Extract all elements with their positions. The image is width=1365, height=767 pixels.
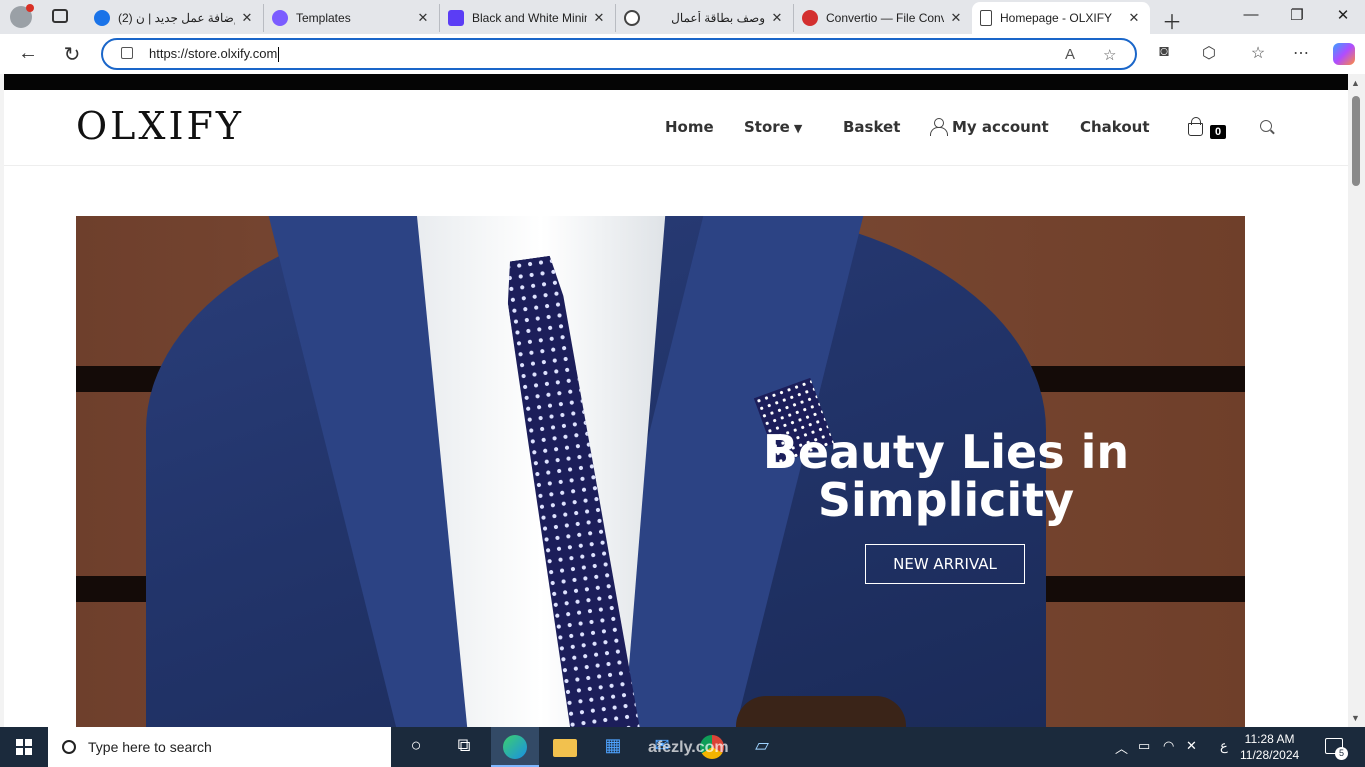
screenshot-icon[interactable]: ◙ [1152, 43, 1176, 61]
minimize-icon[interactable]: — [1228, 6, 1274, 23]
search-icon[interactable] [1260, 120, 1274, 134]
nav-store[interactable]: Store ▼ [744, 118, 802, 136]
url-text[interactable]: https://store.olxify.com [149, 46, 280, 63]
restore-icon[interactable]: ❐ [1274, 6, 1320, 24]
page-scrollbar[interactable]: ▲ ▼ [1348, 74, 1365, 727]
nav-store-label: Store [744, 118, 790, 136]
top-bar [4, 74, 1348, 90]
browser-toolbar: ← ↻ https://store.olxify.com A ☆ ◙ ⬡ ☆ ⋯ [0, 34, 1365, 74]
heart-badge-icon [448, 10, 464, 26]
close-icon[interactable]: ✕ [415, 10, 431, 26]
language-indicator[interactable]: ع [1220, 738, 1228, 754]
close-icon[interactable]: ✕ [1126, 10, 1142, 26]
read-aloud-icon[interactable]: A [1065, 46, 1075, 63]
nav-checkout[interactable]: Chakout [1080, 118, 1150, 136]
canva-icon [272, 10, 288, 26]
close-window-icon[interactable]: ✕ [1320, 6, 1365, 24]
tab-title: وصف بطاقة أعمال [671, 11, 765, 25]
edge-icon[interactable] [503, 735, 527, 759]
close-icon[interactable]: ✕ [769, 10, 785, 26]
battery-icon[interactable]: ▭ [1138, 738, 1150, 754]
site-logo[interactable]: OLXIFY [76, 104, 244, 148]
circle-arrow-icon [94, 10, 110, 26]
shopping-bag-icon [1188, 117, 1203, 136]
address-bar[interactable]: https://store.olxify.com A ☆ [101, 38, 1137, 70]
extensions-icon[interactable]: ⬡ [1197, 43, 1221, 63]
volume-muted-icon[interactable]: ✕ [1186, 738, 1197, 754]
tab-title: (2) إضافة عمل جديد | ن [118, 11, 235, 25]
convertio-icon [802, 10, 818, 26]
profile-avatar-icon[interactable] [10, 4, 34, 28]
scroll-thumb[interactable] [1352, 96, 1360, 186]
tab-title: Black and White Minim [472, 11, 587, 25]
nav-account-label: My account [952, 118, 1049, 136]
notepad-icon[interactable]: ▱ [750, 735, 774, 759]
cart-count-badge: 0 [1210, 125, 1227, 139]
tab-title: Homepage - OLXIFY [1000, 11, 1113, 25]
tab-strip: (2) إضافة عمل جديد | ن ✕ Templates ✕ Bla… [0, 0, 1365, 34]
cortana-icon[interactable]: ○ [404, 735, 428, 759]
hero-banner: Beauty Lies in Simplicity NEW ARRIVAL [76, 216, 1245, 727]
clock-time: 11:28 AM [1244, 732, 1295, 746]
back-icon[interactable]: ← [16, 42, 40, 65]
scroll-up-icon[interactable]: ▲ [1351, 78, 1360, 88]
taskbar-search-placeholder: Type here to search [88, 739, 212, 755]
nav-basket[interactable]: Basket [843, 118, 900, 136]
cart-button[interactable]: 0 [1188, 117, 1227, 139]
nav-home[interactable]: Home [665, 118, 714, 136]
webpage: OLXIFY Home Store ▼ Basket My account Cha… [4, 74, 1348, 727]
more-menu-icon[interactable]: ⋯ [1289, 43, 1313, 63]
taskbar-search[interactable]: Type here to search [48, 727, 391, 767]
tab-0[interactable]: (2) إضافة عمل جديد | ن ✕ [86, 4, 264, 32]
tab-title: Convertio — File Conv [826, 11, 944, 25]
show-hidden-icons-icon[interactable]: ︿ [1115, 738, 1128, 757]
tab-4[interactable]: Convertio — File Conv ✕ [794, 4, 972, 32]
close-icon[interactable]: ✕ [239, 10, 255, 26]
scroll-down-icon[interactable]: ▼ [1351, 713, 1360, 723]
openai-icon [624, 10, 640, 26]
taskbar: Type here to search ○ ⧉ ▦ ✉ ▱ afezly.com… [0, 727, 1365, 767]
tab-3[interactable]: وصف بطاقة أعمال ✕ [616, 4, 794, 32]
search-icon [62, 740, 76, 754]
close-icon[interactable]: ✕ [948, 10, 964, 26]
new-arrival-button[interactable]: NEW ARRIVAL [865, 544, 1025, 584]
site-info-icon[interactable] [121, 47, 133, 59]
watermark-text: afezly.com [648, 739, 729, 756]
clock[interactable]: 11:28 AM 11/28/2024 [1240, 731, 1299, 763]
wifi-icon[interactable]: ◠ [1163, 738, 1174, 754]
user-icon [930, 118, 948, 136]
task-view-icon[interactable]: ⧉ [452, 735, 476, 759]
refresh-icon[interactable]: ↻ [60, 42, 84, 67]
tab-1[interactable]: Templates ✕ [264, 4, 440, 32]
nav-my-account[interactable]: My account [930, 118, 1049, 136]
file-explorer-icon[interactable] [553, 739, 577, 757]
new-tab-icon[interactable]: ＋ [1162, 6, 1182, 35]
tab-5-active[interactable]: Homepage - OLXIFY ✕ [972, 2, 1150, 34]
chevron-down-icon: ▼ [793, 122, 803, 135]
favorite-star-icon[interactable]: ☆ [1103, 46, 1116, 64]
tab-actions-icon[interactable] [52, 9, 68, 23]
favorites-icon[interactable]: ☆ [1246, 43, 1270, 63]
copilot-icon[interactable] [1333, 43, 1355, 65]
tab-title: Templates [296, 11, 351, 25]
page-icon [980, 10, 992, 26]
hero-title: Beauty Lies in Simplicity [762, 425, 1130, 527]
store-icon[interactable]: ▦ [601, 735, 625, 759]
notification-count: 5 [1335, 747, 1348, 760]
hero-image-hand [736, 696, 906, 727]
windows-start-icon[interactable] [16, 739, 32, 755]
site-header: OLXIFY Home Store ▼ Basket My account Cha… [4, 90, 1348, 166]
close-icon[interactable]: ✕ [591, 10, 607, 26]
clock-date: 11/28/2024 [1240, 748, 1300, 762]
tab-2[interactable]: Black and White Minim ✕ [440, 4, 616, 32]
